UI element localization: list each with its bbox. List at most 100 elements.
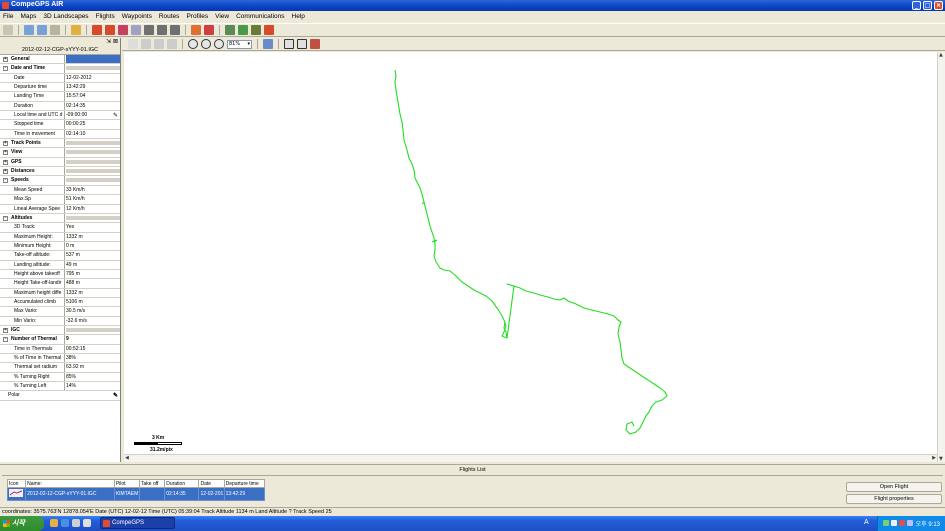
- menu-item-communications[interactable]: Communications: [236, 13, 284, 20]
- language-indicator[interactable]: A: [864, 519, 869, 526]
- scroll-right-icon[interactable]: ▶: [932, 455, 936, 461]
- window-icon[interactable]: [284, 39, 294, 49]
- section-speeds[interactable]: - Speeds: [0, 176, 120, 186]
- column-header-icon[interactable]: Icon: [6, 479, 27, 488]
- tray-app-icon[interactable]: [907, 520, 913, 526]
- play-icon[interactable]: [157, 25, 167, 35]
- split-view-icon[interactable]: [297, 39, 307, 49]
- measure-icon[interactable]: [310, 39, 320, 49]
- property-row[interactable]: Landing altitude: 49 m: [0, 260, 120, 270]
- menu-item-routes[interactable]: Routes: [159, 13, 180, 20]
- expand-icon[interactable]: +: [3, 150, 8, 156]
- column-header-take-off[interactable]: Take off: [139, 479, 166, 488]
- menu-item-file[interactable]: File: [3, 13, 13, 20]
- map-vertical-scrollbar[interactable]: ▲ ▼: [937, 52, 945, 462]
- property-row[interactable]: Height Take-off-landir 488 m: [0, 279, 120, 289]
- property-row[interactable]: Maximum Height: 1332 m: [0, 232, 120, 242]
- collapse-icon[interactable]: -: [3, 178, 8, 184]
- property-row[interactable]: Height above takeoff 795 m: [0, 269, 120, 280]
- collapse-icon[interactable]: -: [3, 215, 8, 221]
- open-flight-button[interactable]: Open Flight: [846, 482, 942, 492]
- table-row[interactable]: 2012-02-12-CGP-sYYY-01.IGC KIMTAEM 02:14…: [6, 487, 266, 501]
- layers-icon[interactable]: [263, 39, 273, 49]
- stop-icon[interactable]: [144, 25, 154, 35]
- section-igc[interactable]: + IGC: [0, 325, 120, 336]
- property-row[interactable]: 3D Track: Yes: [0, 223, 120, 233]
- section-gps[interactable]: + GPS: [0, 157, 120, 168]
- property-row[interactable]: Maximum height diffe 1332 m: [0, 288, 120, 298]
- zoom-out-icon[interactable]: [201, 39, 211, 49]
- property-value[interactable]: -09:00:00: [66, 111, 118, 119]
- media-icon[interactable]: [72, 519, 80, 527]
- pointer-icon[interactable]: [167, 39, 177, 49]
- edit-pencil-icon[interactable]: ✎: [113, 392, 118, 399]
- folder-icon[interactable]: [50, 519, 58, 527]
- expand-icon[interactable]: +: [3, 159, 8, 165]
- property-row[interactable]: % Turning Right 85%: [0, 372, 120, 383]
- property-row[interactable]: Minimum Height: 0 m: [0, 241, 120, 252]
- menu-item-3d-landscapes[interactable]: 3D Landscapes: [43, 13, 88, 20]
- taskbar-item-compegps[interactable]: CompeGPS: [100, 517, 175, 529]
- scroll-up-icon[interactable]: ▲: [939, 52, 943, 58]
- property-row[interactable]: Max Vario: 30.5 m/s: [0, 307, 120, 317]
- edit-pencil-icon[interactable]: ✎: [113, 112, 118, 119]
- desktop-icon[interactable]: [83, 519, 91, 527]
- browser-icon[interactable]: [61, 519, 69, 527]
- maximize-button[interactable]: □: [923, 1, 932, 10]
- rotate-icon[interactable]: [214, 39, 224, 49]
- menu-item-waypoints[interactable]: Waypoints: [122, 13, 152, 20]
- zoom-fit-icon[interactable]: [128, 39, 138, 49]
- start-button[interactable]: 시작: [0, 516, 44, 531]
- column-header-duration[interactable]: Duration: [164, 479, 200, 488]
- property-row[interactable]: Departure time 13:42:29: [0, 83, 120, 93]
- property-row[interactable]: Stopped time 00:00:25: [0, 120, 120, 130]
- property-row[interactable]: Accumulated climb 5106 m: [0, 297, 120, 308]
- minimize-button[interactable]: _: [912, 1, 921, 10]
- column-header-departure-time[interactable]: Departure time: [223, 479, 266, 488]
- property-row[interactable]: Max.Sp 51 Km/h: [0, 195, 120, 205]
- property-row[interactable]: Lineal Average Spee 12 Km/h: [0, 204, 120, 214]
- property-row[interactable]: Thermal set radium 63.92 m: [0, 363, 120, 373]
- map-horizontal-scrollbar[interactable]: ◀ ▶: [124, 454, 937, 462]
- property-row[interactable]: % Turning Left 14%: [0, 382, 120, 392]
- waypoint-icon[interactable]: [191, 25, 201, 35]
- close-button[interactable]: ×: [934, 1, 943, 10]
- menu-item-maps[interactable]: Maps: [20, 13, 36, 20]
- pause-icon[interactable]: [170, 25, 180, 35]
- open-icon[interactable]: [24, 25, 34, 35]
- route-icon[interactable]: [118, 25, 128, 35]
- pan-hand-icon[interactable]: [141, 39, 151, 49]
- menu-item-profiles[interactable]: Profiles: [186, 13, 208, 20]
- expand-icon[interactable]: +: [3, 169, 8, 175]
- tray-security-icon[interactable]: [899, 520, 905, 526]
- print-icon[interactable]: [50, 25, 60, 35]
- section-number-of-thermal[interactable]: - Number of Thermal 9: [0, 335, 120, 345]
- save-icon[interactable]: [37, 25, 47, 35]
- column-header-date[interactable]: Date: [198, 479, 225, 488]
- column-header-name[interactable]: Name:: [25, 479, 115, 488]
- tray-network-icon[interactable]: [883, 520, 889, 526]
- delete-icon[interactable]: [204, 25, 214, 35]
- new-icon[interactable]: [3, 25, 13, 35]
- property-row[interactable]: Time in Thermals 00:52:15: [0, 344, 120, 354]
- property-row[interactable]: Polar ✎: [0, 391, 120, 401]
- zoom-in-icon[interactable]: [188, 39, 198, 49]
- menu-item-help[interactable]: Help: [292, 13, 305, 20]
- column-header-pilot[interactable]: Pilot: [113, 479, 141, 488]
- table-icon[interactable]: [131, 25, 141, 35]
- scroll-down-icon[interactable]: ▼: [939, 456, 943, 462]
- section-date-and-time[interactable]: - Date and Time: [0, 64, 120, 74]
- property-row[interactable]: Landing Time 15:57:04: [0, 92, 120, 102]
- expand-icon[interactable]: +: [3, 327, 8, 333]
- property-row[interactable]: % of Time in Thermal 38%: [0, 354, 120, 364]
- collapse-icon[interactable]: -: [3, 337, 8, 343]
- section-general[interactable]: + General: [0, 55, 120, 65]
- expand-icon[interactable]: +: [3, 141, 8, 147]
- menu-item-view[interactable]: View: [215, 13, 229, 20]
- scroll-left-icon[interactable]: ◀: [125, 455, 129, 461]
- property-row[interactable]: Mean Speed 33 Km/h: [0, 185, 120, 196]
- property-row[interactable]: Take-off altitude: 537 m: [0, 251, 120, 261]
- map-icon[interactable]: [251, 25, 261, 35]
- panel-pin-icon[interactable]: ⇲ ⊠: [106, 38, 118, 45]
- expand-icon[interactable]: +: [3, 57, 8, 62]
